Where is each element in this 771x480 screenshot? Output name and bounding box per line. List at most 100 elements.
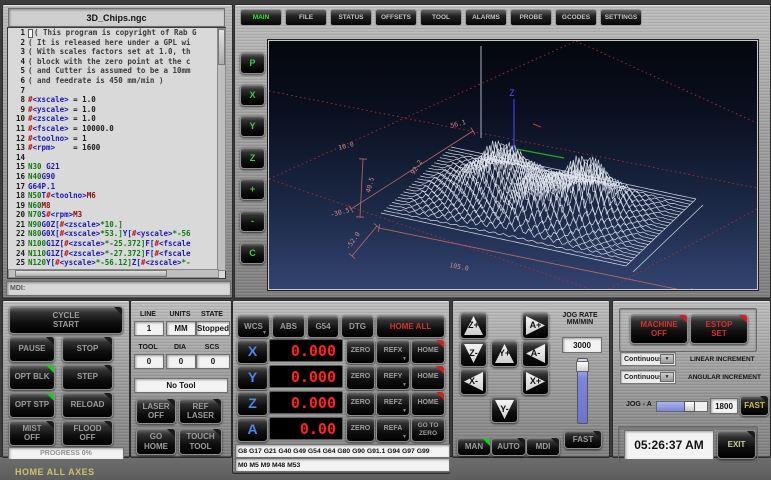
mode-auto-button[interactable]: AUTO xyxy=(491,437,526,456)
estop-set-button[interactable]: ESTOP SET xyxy=(690,314,748,344)
ref-y-button[interactable]: REFY▼ xyxy=(376,365,410,390)
exit-button[interactable]: EXIT xyxy=(717,430,756,459)
zero-a-button[interactable]: ZERO xyxy=(346,417,375,442)
dtg-button[interactable]: DTG xyxy=(341,315,374,338)
zero-y-button[interactable]: ZERO xyxy=(346,365,375,390)
units-value: MM xyxy=(166,321,196,336)
toolpath-pass xyxy=(392,202,637,255)
tab-gcodes[interactable]: GCODES xyxy=(555,9,597,26)
home-y-button[interactable]: HOME xyxy=(411,365,445,390)
home-z-button[interactable]: HOME xyxy=(411,391,445,416)
gcode-line: 8#<xscale> = 1.0 xyxy=(8,95,225,105)
jog-y-minus-button[interactable]: Y- xyxy=(491,396,518,423)
jog-a-minusplus-button[interactable]: A+ xyxy=(522,312,549,339)
view-button-c[interactable]: C xyxy=(240,242,265,264)
pause-button[interactable]: PAUSE xyxy=(9,336,55,362)
dimension-label: -30.5 xyxy=(329,206,350,219)
jog-fast-button[interactable]: FAST xyxy=(564,430,602,449)
jog-y-minusplus-button[interactable]: Y+ xyxy=(491,340,518,367)
tool-name-display: No Tool xyxy=(134,378,228,393)
view-button-x[interactable]: X xyxy=(240,84,265,106)
g54-button[interactable]: G54 xyxy=(307,315,339,338)
view-button-minus[interactable]: - xyxy=(240,210,265,232)
jog-x-minusplus-button[interactable]: X+ xyxy=(522,368,549,395)
touch-tool-button[interactable]: TOUCH TOOL xyxy=(179,428,222,455)
machine-off-button[interactable]: MACHINE OFF xyxy=(630,314,688,344)
linear-increment-select[interactable]: Continuous▼ xyxy=(620,352,676,366)
ref-x-button[interactable]: REFX▼ xyxy=(376,339,410,364)
ref-z-button[interactable]: REFZ▼ xyxy=(376,391,410,416)
axis-z-button[interactable]: Z xyxy=(237,391,268,416)
gcode-line: 16N40G90 xyxy=(8,172,225,182)
mode-man-button[interactable]: MAN xyxy=(457,437,491,456)
gcode-line: 11#<fscale> = 10000.0 xyxy=(8,124,225,134)
gremlin-3d-preview[interactable]: 10.040.5-30.5-52.0105.092.256.1Z xyxy=(268,40,758,290)
wcs-dropdown-button[interactable]: WCS▼ xyxy=(237,315,270,338)
jog-a-slider[interactable] xyxy=(656,401,708,412)
state-value: Stopped xyxy=(196,321,230,336)
home-all-button[interactable]: HOME ALL xyxy=(376,315,445,338)
go-home-button[interactable]: GO HOME xyxy=(136,428,176,455)
mdi-input[interactable]: MDI: xyxy=(6,281,231,296)
gcode-line: 20N70S#<rpm>M3 xyxy=(8,210,225,220)
tab-probe[interactable]: PROBE xyxy=(510,9,552,26)
ref-laser-button[interactable]: REF LASER xyxy=(179,398,222,424)
view-button-y[interactable]: Y xyxy=(240,115,265,137)
tab-alarms[interactable]: ALARMS xyxy=(465,9,507,26)
jog-z-minusplus-button[interactable]: Z+ xyxy=(460,312,487,339)
gcode-listing[interactable]: 1( This program is copyright of Rab G2( … xyxy=(7,27,226,279)
machine-limit-line xyxy=(269,91,757,188)
laser-off-button[interactable]: LASER OFF xyxy=(136,398,176,424)
dro-z-value: 0.000 xyxy=(269,391,343,414)
home-x-button[interactable]: HOME xyxy=(411,339,445,364)
axis-a-button[interactable]: A xyxy=(237,417,268,442)
editor-vertical-scrollbar[interactable] xyxy=(217,28,226,271)
opt-stp-button[interactable]: OPT STP xyxy=(9,392,55,418)
view-button-plus[interactable]: + xyxy=(240,178,265,200)
tab-settings[interactable]: SETTINGS xyxy=(600,9,642,26)
gcode-line: 1( This program is copyright of Rab G xyxy=(8,28,225,38)
jog-a-label: JOG - A xyxy=(626,401,652,408)
ref-a-button[interactable]: REFA▼ xyxy=(376,417,410,442)
jog-rate-input[interactable]: 3000 xyxy=(562,337,602,353)
axis-x-button[interactable]: X xyxy=(237,339,268,364)
flood-off-button[interactable]: FLOOD OFF xyxy=(62,420,113,446)
jog-rate-slider[interactable] xyxy=(577,358,588,424)
gcode-line: 22N80G0X[#<xscale>*53.]Y[#<yscale>*-56 xyxy=(8,229,225,239)
jog-a-minus-button[interactable]: A- xyxy=(522,340,549,367)
mist-off-button[interactable]: MIST OFF xyxy=(9,420,55,446)
gcode-line: 18N50T#<toolno>M6 xyxy=(8,191,225,201)
machine-limit-line xyxy=(601,209,757,289)
opt-blk-button[interactable]: OPT BLK xyxy=(9,364,55,390)
reload-button[interactable]: RELOAD xyxy=(62,392,113,418)
jog-a-rate-input[interactable]: 1800 xyxy=(710,398,738,414)
stop-button[interactable]: STOP xyxy=(62,336,113,362)
dimension-label: 56.1 xyxy=(449,118,466,130)
editor-horizontal-scrollbar[interactable] xyxy=(8,269,219,278)
tab-status[interactable]: STATUS xyxy=(330,9,372,26)
angular-increment-label: ANGULAR INCREMENT xyxy=(688,374,761,381)
angular-increment-select[interactable]: Continuous▼ xyxy=(620,370,676,384)
dimension-line xyxy=(360,159,363,217)
jog-x-minus-button[interactable]: X- xyxy=(460,368,487,395)
tab-offsets[interactable]: OFFSETS xyxy=(375,9,417,26)
gcode-line: 6( and feedrate is 450 mm/min ) xyxy=(8,76,225,86)
mode-mdi-button[interactable]: MDI xyxy=(526,437,560,456)
application-window: HOME ALL AXES 3D_Chips.ngc 1( This progr… xyxy=(0,0,771,480)
gcode-line: 24N110G1Z[#<zscale>*-27.372]F[#<fscale xyxy=(8,249,225,259)
jog-z-minus-button[interactable]: Z- xyxy=(460,340,487,367)
view-button-z[interactable]: Z xyxy=(240,147,265,169)
zero-z-button[interactable]: ZERO xyxy=(346,391,375,416)
tab-tool[interactable]: TOOL xyxy=(420,9,462,26)
cycle-start-button[interactable]: CYCLE START xyxy=(9,306,123,334)
step-button[interactable]: STEP xyxy=(62,364,113,390)
tab-file[interactable]: FILE xyxy=(285,9,327,26)
abs-button[interactable]: ABS xyxy=(272,315,305,338)
view-button-p[interactable]: P xyxy=(240,52,265,74)
axis-y-button[interactable]: Y xyxy=(237,365,268,390)
tab-main[interactable]: MAIN xyxy=(240,9,282,26)
zero-x-button[interactable]: ZERO xyxy=(346,339,375,364)
jog-a-fast-button[interactable]: FAST xyxy=(740,395,769,416)
go-to-zero-a-button[interactable]: GO TO ZERO xyxy=(411,417,445,442)
machine-limit-line xyxy=(576,41,757,123)
